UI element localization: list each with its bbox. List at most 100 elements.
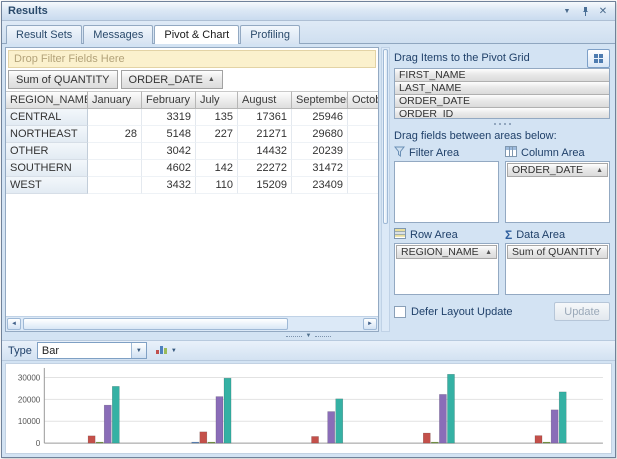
tab-profiling[interactable]: Profiling: [240, 25, 300, 44]
tab-pivot-chart[interactable]: Pivot & Chart: [154, 25, 239, 44]
h-scrollbar[interactable]: ◄ ►: [6, 316, 378, 331]
results-window: Results ▼ ✕ Result SetsMessagesPivot & C…: [1, 1, 616, 458]
field-chooser: Drag Items to the Pivot Grid FIRST_NAMEL…: [392, 47, 612, 332]
chart-toolbar: Type Bar ▼ ▼: [2, 340, 615, 361]
areas-grid: Filter Area Column Area ORDER_DATE▲ Row …: [394, 145, 610, 295]
field-list-item-last-name[interactable]: LAST_NAME: [395, 82, 609, 95]
chart-options-dropdown-icon[interactable]: ▼: [171, 348, 177, 354]
table-row: NORTHEAST2851482272127129680: [6, 126, 378, 143]
column-area-header: Column Area: [505, 145, 610, 161]
filter-area-label: Filter Area: [409, 147, 459, 159]
chart-icon: [155, 343, 169, 358]
row-field-button[interactable]: REGION_NAME▲: [6, 91, 88, 109]
y-tick-label: 0: [36, 439, 41, 448]
field-list-item-order-id[interactable]: ORDER_ID: [395, 108, 609, 119]
pivot-grid: Drop Filter Fields Here Sum of QUANTITY …: [5, 47, 379, 332]
column-header-january[interactable]: January: [88, 91, 142, 109]
area-field-order-date[interactable]: ORDER_DATE▲: [507, 163, 608, 177]
bar-august-central: [104, 405, 111, 443]
data-cell: 142: [196, 160, 238, 177]
field-list-item-order-date[interactable]: ORDER_DATE: [395, 95, 609, 108]
data-cell: 29680: [292, 126, 348, 143]
column-header-february[interactable]: February: [142, 91, 196, 109]
bar-chart: 0100002000030000: [6, 364, 611, 453]
data-cell: 17361: [238, 109, 292, 126]
scrollbar-thumb[interactable]: [23, 318, 288, 330]
row-header-other[interactable]: OTHER: [6, 143, 88, 160]
chart-options-button[interactable]: ▼: [152, 342, 180, 360]
column-header-july[interactable]: July: [196, 91, 238, 109]
defer-label: Defer Layout Update: [411, 306, 549, 318]
area-field-label: ORDER_DATE: [512, 164, 583, 176]
bar-february-southern: [423, 433, 430, 443]
splitter-collapse-icon[interactable]: ▼: [306, 333, 312, 339]
tab-messages[interactable]: Messages: [83, 25, 153, 44]
close-icon[interactable]: ✕: [595, 4, 611, 18]
chevron-down-icon[interactable]: ▼: [559, 4, 575, 18]
bar-july-central: [96, 442, 103, 443]
scroll-left-arrow[interactable]: ◄: [7, 318, 21, 330]
data-cell: [88, 143, 142, 160]
field-chooser-grid-button[interactable]: [587, 49, 610, 68]
bar-february-central: [88, 436, 95, 443]
defer-checkbox[interactable]: [394, 306, 406, 318]
data-cell: 3432: [142, 177, 196, 194]
bar-august-southern: [439, 394, 446, 443]
table-row: CENTRAL33191351736125946: [6, 109, 378, 126]
v-scrollbar[interactable]: [381, 47, 390, 332]
data-field-label: Sum of QUANTITY: [16, 74, 110, 86]
row-area-box[interactable]: REGION_NAME▲: [394, 243, 499, 295]
pin-icon[interactable]: [577, 4, 593, 18]
column-header-september[interactable]: September: [292, 91, 348, 109]
data-cell: [348, 160, 379, 177]
area-field-sum-of-quantity[interactable]: Sum of QUANTITY: [507, 245, 608, 259]
y-tick-label: 20000: [18, 395, 41, 404]
area-field-region-name[interactable]: REGION_NAME▲: [396, 245, 497, 259]
field-list: FIRST_NAMELAST_NAMEORDER_DATEORDER_ID: [394, 68, 610, 119]
data-field-button[interactable]: Sum of QUANTITY: [8, 70, 118, 89]
scrollbar-track[interactable]: [22, 318, 362, 331]
data-cell: 4602: [142, 160, 196, 177]
row-header-west[interactable]: WEST: [6, 177, 88, 194]
data-cell: [88, 109, 142, 126]
rows-icon: [394, 228, 406, 242]
bar-february-west: [535, 436, 542, 444]
column-area-box[interactable]: ORDER_DATE▲: [505, 161, 610, 223]
v-scrollbar-thumb[interactable]: [383, 49, 388, 224]
bar-august-northeast: [216, 397, 223, 444]
pane-splitter[interactable]: ▼: [2, 332, 615, 340]
window-title: Results: [8, 5, 557, 17]
data-cell: [348, 143, 379, 160]
filter-drop-zone[interactable]: Drop Filter Fields Here: [8, 50, 376, 68]
column-field-button[interactable]: ORDER_DATE ▲: [121, 70, 223, 89]
column-header-october[interactable]: October: [348, 91, 379, 109]
splitter-dash: [286, 336, 302, 337]
data-cell: 3319: [142, 109, 196, 126]
data-area-box[interactable]: Sum of QUANTITY: [505, 243, 610, 295]
field-list-item-first-name[interactable]: FIRST_NAME: [395, 69, 609, 82]
bar-july-southern: [431, 442, 438, 443]
combo-dropdown-icon[interactable]: ▼: [131, 343, 146, 358]
bar-february-other: [312, 436, 319, 443]
filter-area-box[interactable]: [394, 161, 499, 223]
tab-result-sets[interactable]: Result Sets: [6, 25, 82, 44]
chart-type-select[interactable]: Bar ▼: [37, 342, 147, 359]
scroll-right-arrow[interactable]: ►: [363, 318, 377, 330]
row-header-northeast[interactable]: NORTHEAST: [6, 126, 88, 143]
y-tick-label: 10000: [18, 417, 41, 426]
data-cell: 28: [88, 126, 142, 143]
tab-bar: Result SetsMessagesPivot & ChartProfilin…: [2, 21, 615, 44]
data-cell: 5148: [142, 126, 196, 143]
update-button[interactable]: Update: [554, 302, 610, 321]
table-row: SOUTHERN46021422227231472: [6, 160, 378, 177]
sort-asc-icon: ▲: [208, 76, 215, 83]
row-header-southern[interactable]: SOUTHERN: [6, 160, 88, 177]
data-cell: [348, 109, 379, 126]
bar-july-northeast: [208, 442, 215, 443]
titlebar: Results ▼ ✕: [2, 2, 615, 21]
column-header-august[interactable]: August: [238, 91, 292, 109]
chart-panel: 0100002000030000: [5, 363, 612, 454]
resize-grip[interactable]: [394, 119, 610, 128]
row-header-central[interactable]: CENTRAL: [6, 109, 88, 126]
data-area-header: Σ Data Area: [505, 227, 610, 243]
